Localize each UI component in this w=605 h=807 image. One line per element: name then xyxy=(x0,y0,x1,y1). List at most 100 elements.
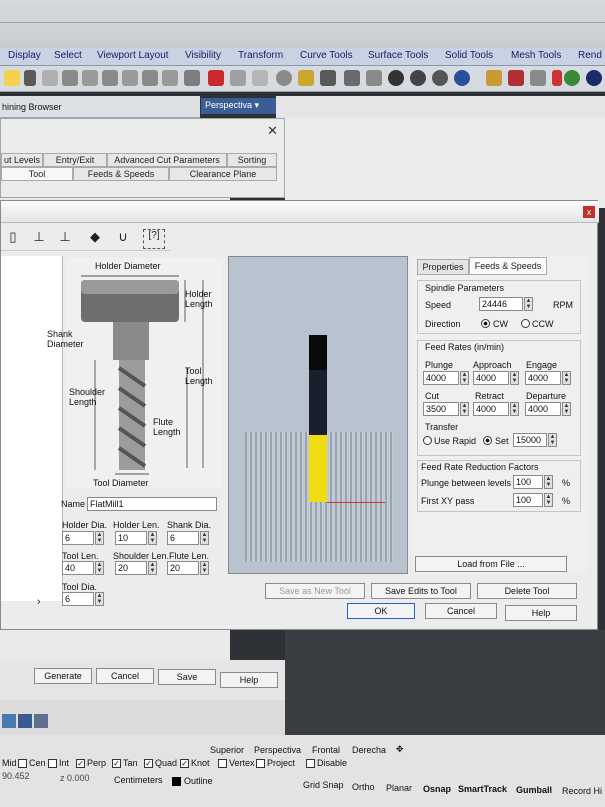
tool-dia-spinner[interactable]: ▲ ▼ xyxy=(95,592,104,606)
plugin-icon[interactable] xyxy=(564,70,580,86)
osnap-project[interactable]: Project xyxy=(256,757,295,769)
lower-save-button[interactable]: Save xyxy=(158,669,216,685)
planar-toggle[interactable]: Planar xyxy=(386,783,412,793)
tool-len-spinner[interactable]: ▲ ▼ xyxy=(95,561,104,575)
zoom-all-icon[interactable] xyxy=(162,70,178,86)
help-button[interactable]: Help xyxy=(505,605,577,621)
record-history-toggle[interactable]: Record Hi xyxy=(562,786,602,796)
osnap-disable[interactable]: Disable xyxy=(306,757,347,769)
cplane-icon[interactable] xyxy=(208,70,224,86)
save-as-new-tool-button[interactable]: Save as New Tool xyxy=(265,583,365,599)
plunge-spinner[interactable]: ▲ ▼ xyxy=(460,371,469,385)
cancel-button[interactable]: Cancel xyxy=(425,603,497,619)
osnap-mid[interactable]: Mid xyxy=(2,757,17,769)
add-viewport-icon[interactable]: ✥ xyxy=(396,744,404,755)
tools-icon[interactable] xyxy=(34,714,48,728)
sphere-icon[interactable] xyxy=(454,70,470,86)
set-value-spinner[interactable]: ▲ ▼ xyxy=(548,433,557,447)
scroll-arrow-icon[interactable]: › xyxy=(37,596,41,608)
shade-icon[interactable] xyxy=(252,70,268,86)
tool-dia-input[interactable]: 6 xyxy=(62,592,94,606)
osnap-int[interactable]: Int xyxy=(48,757,69,769)
tab-mesh-tools[interactable]: Mesh Tools xyxy=(511,50,561,61)
save-edits-button[interactable]: Save Edits to Tool xyxy=(371,583,471,599)
four-view-icon[interactable] xyxy=(184,70,200,86)
tab-properties[interactable]: Properties xyxy=(417,259,469,275)
taper-mill-icon[interactable]: ⊥ xyxy=(57,229,73,249)
zoom-selected-icon[interactable] xyxy=(142,70,158,86)
tab-advanced-cut-parameters[interactable]: Advanced Cut Parameters xyxy=(107,153,227,167)
shoulder-len-input[interactable]: 20 xyxy=(115,561,147,575)
approach-spinner[interactable]: ▲ ▼ xyxy=(510,371,519,385)
flat-mill-icon[interactable]: ⊥ xyxy=(31,229,47,249)
undo-icon[interactable] xyxy=(24,70,36,86)
lower-cancel-button[interactable]: Cancel xyxy=(96,668,154,684)
gumball-toggle[interactable]: Gumball xyxy=(516,785,552,795)
zoom-extents-icon[interactable] xyxy=(122,70,138,86)
tool-len-input[interactable]: 40 xyxy=(62,561,94,575)
snapshot-icon[interactable] xyxy=(18,714,32,728)
viewport-tab-frontal[interactable]: Frontal xyxy=(312,745,340,755)
chamfer-icon[interactable]: ◆ xyxy=(87,229,103,249)
plunge-between-spinner[interactable]: ▲ ▼ xyxy=(544,475,553,489)
tab-render[interactable]: Rend xyxy=(578,50,602,61)
tools-icon[interactable] xyxy=(508,70,524,86)
generate-button[interactable]: Generate xyxy=(34,668,92,684)
gear-icon[interactable] xyxy=(552,70,562,86)
ortho-toggle[interactable]: Ortho xyxy=(352,782,375,792)
osnap-checkbox[interactable] xyxy=(218,758,227,768)
ccw-radio[interactable] xyxy=(521,319,530,328)
tab-feeds-speeds[interactable]: Feeds & Speeds xyxy=(73,167,169,181)
retract-input[interactable]: 4000 xyxy=(473,402,509,416)
osnap-checkbox[interactable]: ✓ xyxy=(112,758,121,768)
lock-icon[interactable] xyxy=(344,70,360,86)
new-file-icon[interactable] xyxy=(4,70,20,86)
osnap-checkbox[interactable] xyxy=(18,758,27,768)
plunge-between-input[interactable]: 100 xyxy=(513,475,543,489)
rotate-view-icon[interactable] xyxy=(62,70,78,86)
first-xy-input[interactable]: 100 xyxy=(513,493,543,507)
current-layer[interactable]: Outline xyxy=(184,776,213,786)
delete-tool-button[interactable]: Delete Tool xyxy=(477,583,577,599)
tab-clearance-plane[interactable]: Clearance Plane xyxy=(169,167,277,181)
osnap-cen[interactable]: Cen xyxy=(18,757,46,769)
close-icon[interactable]: ✕ xyxy=(267,123,278,139)
tab-surface-tools[interactable]: Surface Tools xyxy=(368,50,428,61)
retract-spinner[interactable]: ▲ ▼ xyxy=(510,402,519,416)
help-icon[interactable] xyxy=(586,70,602,86)
tool-library-list[interactable]: › xyxy=(1,256,63,608)
properties-icon[interactable] xyxy=(366,70,382,86)
shoulder-len-spinner[interactable]: ▲ ▼ xyxy=(148,561,157,575)
zoom-icon[interactable] xyxy=(82,70,98,86)
osnap-perp[interactable]: ✓ Perp xyxy=(76,757,106,769)
viewport-tab-superior[interactable]: Superior xyxy=(210,745,244,755)
flute-len-spinner[interactable]: ▲ ▼ xyxy=(200,561,209,575)
osnap-checkbox[interactable]: ✓ xyxy=(76,758,85,768)
osnap-tan[interactable]: ✓ Tan xyxy=(112,757,138,769)
cut-input[interactable]: 3500 xyxy=(423,402,459,416)
tool-name-input[interactable]: FlatMill1 xyxy=(87,497,217,511)
tab-sorting[interactable]: Sorting xyxy=(227,153,277,167)
osnap-vertex[interactable]: Vertex xyxy=(218,757,255,769)
tab-visibility[interactable]: Visibility xyxy=(185,50,221,61)
bull-nose-icon[interactable]: ∪ xyxy=(115,229,131,249)
ok-button[interactable]: OK xyxy=(347,603,415,619)
layer-icon[interactable] xyxy=(320,70,336,86)
smarttrack-toggle[interactable]: SmartTrack xyxy=(458,784,507,794)
layer-icon[interactable] xyxy=(2,714,16,728)
osnap-knot[interactable]: ✓ Knot xyxy=(180,757,210,769)
grid-icon[interactable] xyxy=(530,70,546,86)
osnap-checkbox[interactable] xyxy=(256,758,265,768)
holder-len-spinner[interactable]: ▲ ▼ xyxy=(148,531,157,545)
tab-tool[interactable]: Tool xyxy=(1,167,73,181)
lights-icon[interactable] xyxy=(298,70,314,86)
first-xy-spinner[interactable]: ▲ ▼ xyxy=(544,493,553,507)
render-icon[interactable] xyxy=(388,70,404,86)
set-view-icon[interactable] xyxy=(230,70,246,86)
viewport-tab-perspectiva[interactable]: Perspectiva xyxy=(254,745,301,755)
viewport-title-perspectiva[interactable]: Perspectiva ▾ xyxy=(201,98,276,114)
load-from-file-button[interactable]: Load from File ... xyxy=(415,556,567,572)
set-value-input[interactable]: 15000 xyxy=(513,433,547,447)
tab-viewport-layout[interactable]: Viewport Layout xyxy=(97,50,169,61)
tab-cut-levels[interactable]: ut Levels xyxy=(1,153,43,167)
